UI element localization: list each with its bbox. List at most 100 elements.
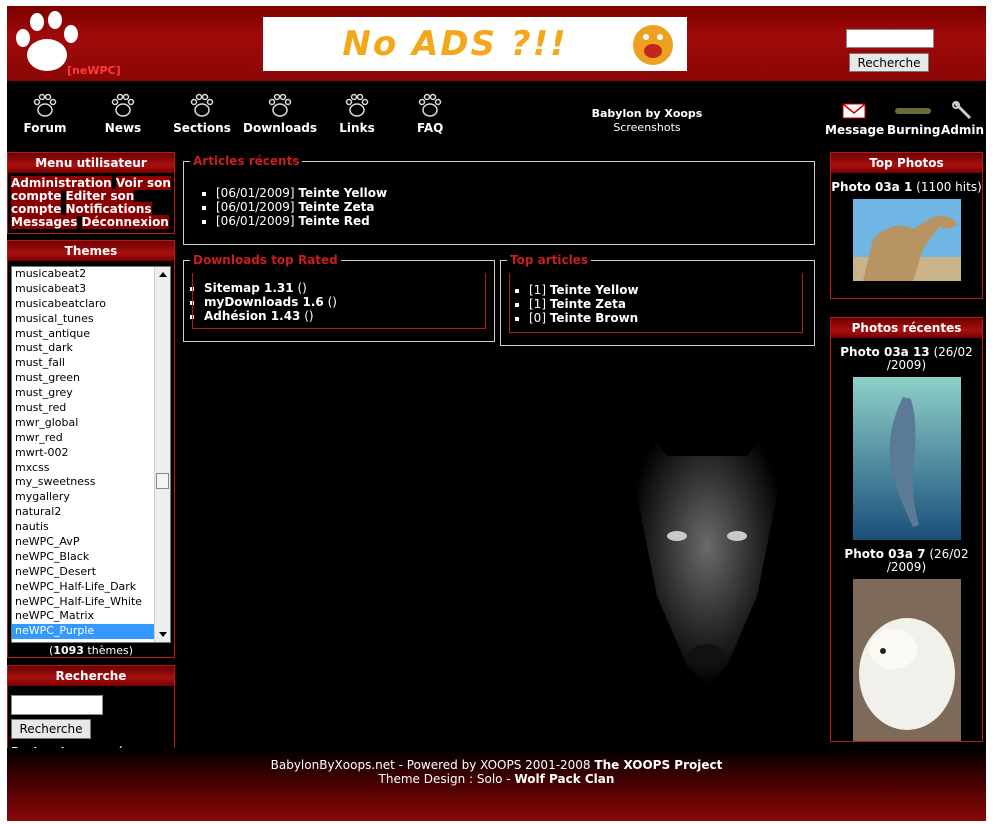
camel-photo[interactable] xyxy=(852,199,961,281)
top-articles-title: Top articles xyxy=(507,253,591,267)
recent-articles-box: Articles récents [06/01/2009] Teinte Yel… xyxy=(183,154,815,245)
theme-option[interactable]: mygallery xyxy=(12,490,170,505)
theme-option[interactable]: neWPC_Purple xyxy=(12,624,170,640)
paw-icon xyxy=(268,93,292,117)
scroll-thumb[interactable] xyxy=(156,473,169,489)
nav-sections[interactable]: Sections xyxy=(173,93,231,135)
scroll-down-icon[interactable] xyxy=(155,626,171,642)
theme-option[interactable]: neWPC_Half-Life_Dark xyxy=(12,580,170,595)
site-slogan: Screenshots xyxy=(613,121,681,134)
paw-icon xyxy=(33,93,57,117)
usermenu-link-notifications[interactable]: Notifications xyxy=(65,202,152,216)
article-title[interactable]: Teinte Red xyxy=(298,214,369,228)
dolphin-photo[interactable] xyxy=(852,377,961,540)
footer-design: Theme Design : Solo - xyxy=(378,772,511,786)
usermenu-link-messages[interactable]: Messages xyxy=(11,215,78,229)
wolf-background-image xyxy=(627,406,787,686)
polar-bear-photo[interactable] xyxy=(852,579,961,741)
banner-text: No ADS ?!! xyxy=(342,24,568,64)
list-item[interactable]: [06/01/2009] Teinte Zeta xyxy=(216,200,814,214)
article-date: [06/01/2009] xyxy=(216,186,295,200)
photo-name[interactable]: Photo 03a 13 xyxy=(840,345,929,359)
theme-option[interactable]: musicabeat3 xyxy=(12,282,170,297)
nav-burning[interactable]: Burning xyxy=(887,101,940,137)
nav-forum[interactable]: Forum xyxy=(21,93,69,135)
theme-option[interactable]: neWPC_Matrix xyxy=(12,609,170,624)
top-photos-title: Top Photos xyxy=(831,153,982,173)
theme-option[interactable]: must_red xyxy=(12,401,170,416)
downloads-top-box: Downloads top Rated Sitemap 1.31 () myDo… xyxy=(183,253,495,342)
site-logo[interactable]: [neWPC] xyxy=(9,10,159,80)
theme-option[interactable]: musicabeatclaro xyxy=(12,297,170,312)
theme-option[interactable]: musicabeat2 xyxy=(12,267,170,282)
top-photos-block: Top Photos Photo 03a 1 (1100 hits) xyxy=(830,152,983,299)
themes-select[interactable]: musicabeat2 musicabeat3 musicabeatclaro mus… xyxy=(11,266,171,643)
usermenu-link-logout[interactable]: Déconnexion xyxy=(81,215,169,229)
article-title[interactable]: Teinte Zeta xyxy=(298,200,374,214)
header-search-button[interactable]: Recherche xyxy=(849,53,929,72)
nav-links[interactable]: Links xyxy=(337,93,377,135)
page-frame: [neWPC] No ADS ?!! Recherche Forum News … xyxy=(7,6,986,821)
photo-name[interactable]: Photo 03a 7 xyxy=(844,547,925,561)
theme-option[interactable]: neWPC_Desert xyxy=(12,565,170,580)
top-articles-frame xyxy=(509,273,803,333)
theme-option[interactable]: musical_tunes xyxy=(12,312,170,327)
theme-option[interactable]: mxcss xyxy=(12,461,170,476)
wrench-icon xyxy=(952,101,972,120)
side-search-button[interactable]: Recherche xyxy=(11,719,91,739)
theme-option[interactable]: neWPC_Black xyxy=(12,550,170,565)
side-search-title: Recherche xyxy=(8,666,174,686)
downloads-top-title: Downloads top Rated xyxy=(190,253,341,267)
theme-option[interactable]: mwr_red xyxy=(12,431,170,446)
theme-option[interactable]: mwr_global xyxy=(12,416,170,431)
nav-label: News xyxy=(104,121,142,135)
nav-admin[interactable]: Admin xyxy=(941,101,984,137)
nav-label: Downloads xyxy=(243,121,318,135)
footer-xoops-link[interactable]: The XOOPS Project xyxy=(594,758,722,772)
theme-option[interactable]: must_dark xyxy=(12,341,170,356)
recent-articles-title: Articles récents xyxy=(190,154,303,168)
paw-icon xyxy=(190,93,214,117)
theme-option[interactable]: my_sweetness xyxy=(12,475,170,490)
theme-option[interactable]: natural2 xyxy=(12,505,170,520)
header: [neWPC] No ADS ?!! Recherche xyxy=(7,6,986,81)
theme-option[interactable]: mwrt-002 xyxy=(12,446,170,461)
nav-label: Links xyxy=(339,121,375,135)
theme-options: musicabeat2 musicabeat3 musicabeatclaro mus… xyxy=(12,267,170,640)
theme-option[interactable]: must_fall xyxy=(12,356,170,371)
themes-title: Themes xyxy=(8,241,174,261)
theme-option[interactable]: neWPC_Half-Life_White xyxy=(12,595,170,610)
photo-caption: Photo 03a 13 (26/02 /2009) xyxy=(831,338,982,372)
header-search-input[interactable] xyxy=(846,29,934,48)
theme-option[interactable]: must_antique xyxy=(12,327,170,342)
nav-message[interactable]: Message xyxy=(825,101,884,137)
site-name: Babylon by Xoops xyxy=(591,107,703,120)
top-articles-box: Top articles [1] Teinte Yellow [1] Teint… xyxy=(500,253,815,346)
article-title[interactable]: Teinte Yellow xyxy=(298,186,387,200)
usermenu-link-admin[interactable]: Administration xyxy=(11,176,112,190)
nav-news[interactable]: News xyxy=(101,93,145,135)
theme-option[interactable]: nautis xyxy=(12,520,170,535)
theme-option[interactable]: must_green xyxy=(12,371,170,386)
downloads-top-frame xyxy=(192,273,486,329)
side-search-input[interactable] xyxy=(11,695,103,715)
recent-photos-block: Photos récentes Photo 03a 13 (26/02 /200… xyxy=(830,317,983,742)
article-date: [06/01/2009] xyxy=(216,200,295,214)
list-item[interactable]: [06/01/2009] Teinte Yellow xyxy=(216,186,814,200)
footer-clan-link[interactable]: Wolf Pack Clan xyxy=(514,772,614,786)
list-item[interactable]: [06/01/2009] Teinte Red xyxy=(216,214,814,228)
themes-scrollbar[interactable] xyxy=(154,267,170,642)
theme-option[interactable]: neWPC_AvP xyxy=(12,535,170,550)
theme-option[interactable]: must_grey xyxy=(12,386,170,401)
footer: BabylonByXoops.net - Powered by XOOPS 20… xyxy=(7,748,986,821)
nav-downloads[interactable]: Downloads xyxy=(243,93,317,135)
nav-label: FAQ xyxy=(417,121,444,135)
side-search-block: Recherche Recherche Recherche avancée xyxy=(7,665,175,758)
nav-faq[interactable]: FAQ xyxy=(417,93,443,135)
footer-powered: BabylonByXoops.net - Powered by XOOPS 20… xyxy=(270,758,591,772)
recent-articles-list: [06/01/2009] Teinte Yellow [06/01/2009] … xyxy=(184,186,814,228)
ad-banner[interactable]: No ADS ?!! xyxy=(263,17,687,71)
scroll-up-icon[interactable] xyxy=(155,267,171,283)
photo-name[interactable]: Photo 03a 1 xyxy=(831,180,912,194)
usermenu-links: Administration Voir son compte Editer so… xyxy=(8,173,174,233)
